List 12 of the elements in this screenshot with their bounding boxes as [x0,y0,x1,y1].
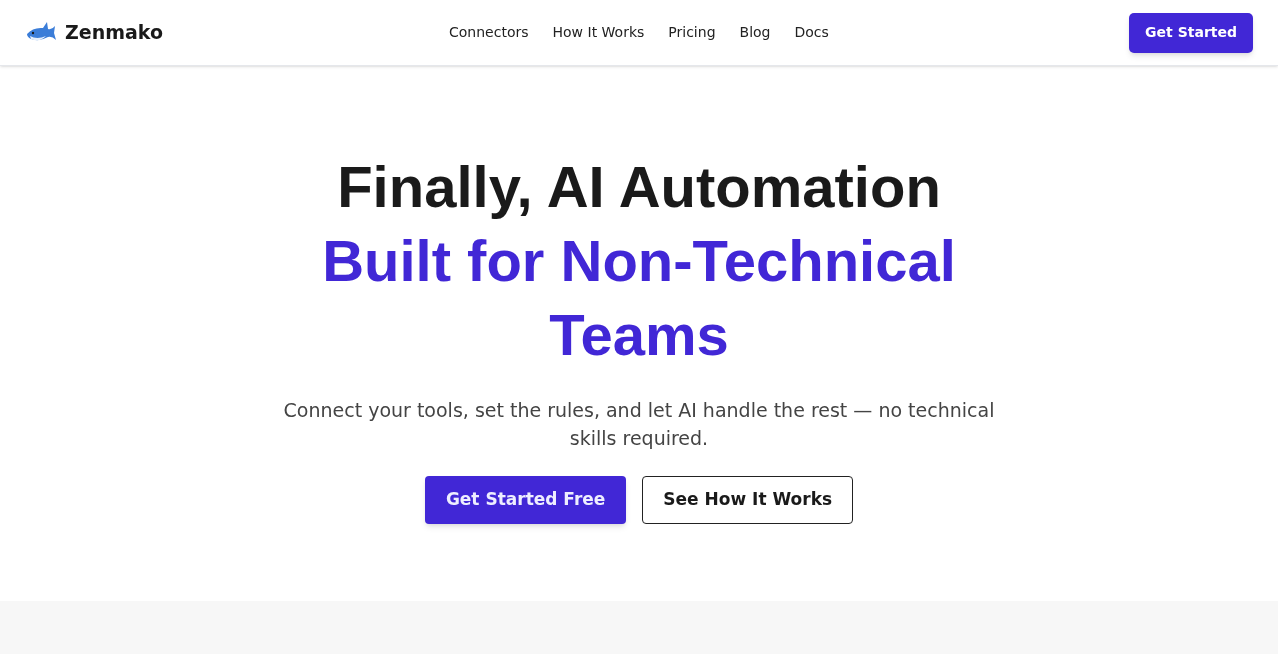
nav-link[interactable]: Blog [739,22,771,43]
nav-link[interactable]: Pricing [668,22,716,43]
nav-link[interactable]: Connectors [449,22,529,43]
nav-link[interactable]: How It Works [552,22,645,43]
get-started-button[interactable]: Get Started [1129,12,1253,53]
nav-link[interactable]: Docs [794,22,829,43]
see-how-it-works-button[interactable]: See How It Works [642,476,854,524]
hero-heading-highlight: Built for Non-Technical Teams [321,227,957,369]
brand-name[interactable]: Zenmako [65,18,163,47]
get-started-free-button[interactable]: Get Started Free [424,476,627,524]
hero-subtitle: Connect your tools, set the rules, and let AI handle the rest — no technical skills required. [282,398,996,451]
hero-heading: Finally, AI Automation [336,153,942,221]
